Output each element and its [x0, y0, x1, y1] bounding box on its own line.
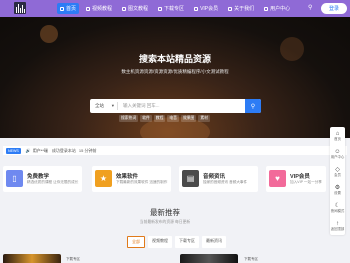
hot-tag[interactable]: 搜索热词	[119, 115, 139, 122]
sidebar-item-label: 用户中心	[330, 155, 345, 159]
feature-card-news[interactable]: ▤ 音频资讯 独家的音频资讯 音频大事件	[179, 166, 258, 192]
hot-tag[interactable]: 效果图	[180, 115, 197, 122]
heart-icon: ♥	[269, 170, 286, 187]
tab-download[interactable]: 下载专区	[175, 236, 199, 248]
sidebar-item-label: 设置	[334, 191, 341, 195]
hero-search-bar: 全站 ▾ 输入关键词 回车... ⚲	[90, 99, 261, 113]
ticker-action: 成功登录本站	[51, 147, 76, 153]
download-icon	[158, 6, 163, 11]
ticker-time: 15 分钟前	[78, 147, 97, 153]
star-icon: ★	[95, 170, 112, 187]
hero-title: 搜索本站精品资源	[138, 54, 211, 64]
floating-sidebar: ⌂ 首页 ☺ 用户中心 ◇ 会员 ⚙ 设置 ☾ 夜间模式 ↑ 返回顶部	[330, 127, 345, 235]
feature-card-free[interactable]: ▯ 免费教学 精选优质的课程 让你无限的成长	[3, 166, 82, 192]
nav-item-label: 视频教程	[92, 6, 113, 12]
news-icon: ▤	[182, 170, 199, 187]
sidebar-item-label: 首页	[334, 137, 341, 141]
nav-item-vip[interactable]: VIP会员	[191, 3, 221, 14]
sidebar-item-night[interactable]: ☾ 夜间模式	[330, 199, 345, 217]
sidebar-item-label: 会员	[334, 173, 341, 177]
sidebar-item-vip[interactable]: ◇ 会员	[330, 163, 345, 181]
card-title: 效果软件	[116, 174, 139, 180]
feature-card-vip[interactable]: ♥ VIP会员 加入VIP 一站一分享	[266, 166, 326, 192]
card-desc: 独家的音频资讯 音频大事件	[203, 180, 248, 184]
user-icon	[264, 6, 269, 11]
nav-item-label: 图文教程	[128, 6, 149, 12]
post-category[interactable]: 下载专区	[66, 257, 80, 262]
search-submit-button[interactable]: ⚲	[245, 99, 261, 113]
nav-item-label: 用户中心	[270, 6, 291, 12]
feature-card-software[interactable]: ★ 效果软件 下载最新的效果软件 迅速的制作	[92, 166, 171, 192]
section-title: 最新推荐	[150, 208, 180, 217]
card-title: VIP会员	[290, 174, 310, 180]
section-subtitle: 当前最新发布的资源 每日更新	[139, 220, 191, 224]
nav-item-label: 关于我们	[234, 6, 255, 12]
news-ticker: NEWS 🔊 用户**瑞 成功登录本站 15 分钟前	[3, 146, 347, 155]
card-desc: 加入VIP 一站一分享	[290, 180, 322, 184]
sidebar-item-top[interactable]: ↑ 返回顶部	[330, 217, 345, 235]
post-thumbnail[interactable]	[3, 254, 61, 263]
nav-item-video[interactable]: 视频教程	[83, 3, 115, 14]
article-icon	[122, 6, 127, 11]
sidebar-item-settings[interactable]: ⚙ 设置	[330, 181, 345, 199]
vip-icon	[194, 6, 199, 11]
post-category[interactable]: 下载专区	[244, 257, 258, 262]
tab-all[interactable]: 全部	[127, 236, 145, 248]
search-icon[interactable]: ⚲	[308, 4, 312, 11]
card-title: 音频资讯	[203, 174, 226, 180]
hot-tags: 搜索热词 软件 教程 电音 效果图 素材	[119, 115, 212, 122]
nav-item-article[interactable]: 图文教程	[119, 3, 151, 14]
video-icon	[86, 6, 91, 11]
nav-item-about[interactable]: 关于我们	[225, 3, 257, 14]
login-button[interactable]: 登录	[321, 3, 347, 14]
nav-menu: 首页 视频教程 图文教程 下载专区 VIP会员 关于我们 用户中心	[57, 3, 297, 14]
sidebar-item-label: 夜间模式	[330, 209, 345, 213]
bokeh-light	[40, 25, 58, 43]
hot-tag[interactable]: 电音	[167, 115, 179, 122]
card-title: 免费教学	[27, 174, 50, 180]
search-category-label: 全站	[95, 103, 104, 108]
hot-tag[interactable]: 软件	[140, 115, 152, 122]
ticker-user[interactable]: 用户**瑞	[33, 148, 48, 154]
latest-tabs: 全部 视频教程 下载专区 最新资讯	[127, 236, 229, 248]
nav-item-home[interactable]: 首页	[57, 3, 80, 14]
sidebar-item-home[interactable]: ⌂ 首页	[330, 127, 345, 145]
post-thumbnail[interactable]	[180, 254, 238, 263]
tab-video[interactable]: 视频教程	[148, 236, 172, 248]
info-icon	[228, 6, 233, 11]
card-desc: 下载最新的效果软件 迅速的制作	[116, 180, 168, 184]
hero-subtitle: 数主机资源资源/资源资源/优质精编程序/小文测试教程	[121, 69, 229, 74]
nav-item-download[interactable]: 下载专区	[155, 3, 187, 14]
nav-item-user[interactable]: 用户中心	[261, 3, 293, 14]
speaker-icon: 🔊	[25, 148, 31, 153]
search-icon: ⚲	[250, 103, 256, 110]
card-desc: 精选优质的课程 让你无限的成长	[27, 180, 79, 184]
sidebar-item-user[interactable]: ☺ 用户中心	[330, 145, 345, 163]
search-input[interactable]: 输入关键词 回车...	[118, 103, 245, 109]
home-icon	[60, 6, 64, 11]
hot-tag[interactable]: 教程	[153, 115, 166, 122]
tab-news[interactable]: 最新资讯	[202, 236, 226, 248]
sidebar-item-label: 返回顶部	[330, 227, 345, 231]
site-logo[interactable]	[14, 2, 26, 14]
chevron-down-icon: ▾	[111, 103, 114, 108]
news-badge: NEWS	[6, 147, 21, 154]
top-nav: 首页 视频教程 图文教程 下载专区 VIP会员 关于我们 用户中心 ⚲ 登录	[0, 0, 350, 17]
nav-item-label: 首页	[66, 6, 77, 12]
search-category-select[interactable]: 全站 ▾	[90, 102, 118, 110]
hero-banner: 搜索本站精品资源 数主机资源资源/资源资源/优质精编程序/小文测试教程 全站 ▾ …	[0, 17, 350, 138]
document-icon: ▯	[6, 170, 23, 187]
nav-item-label: 下载专区	[164, 6, 185, 12]
login-label: 登录	[328, 6, 339, 12]
hot-tag[interactable]: 素材	[198, 115, 210, 122]
nav-item-label: VIP会员	[200, 6, 219, 12]
